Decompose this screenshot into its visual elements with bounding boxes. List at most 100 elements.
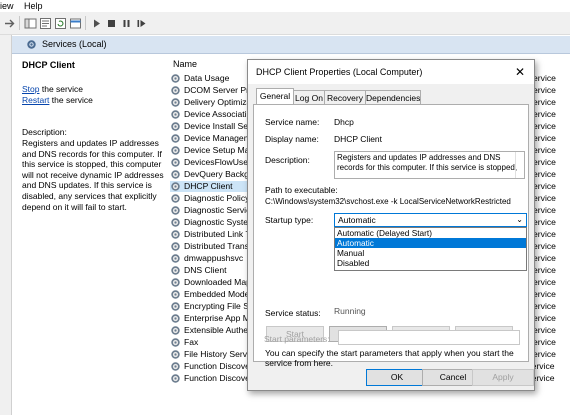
list-item[interactable]: Distributed Link T [170,229,251,240]
list-item[interactable]: Diagnostic Policy [170,193,250,204]
list-item[interactable]: DevQuery Backgr [170,169,252,180]
dialog-titlebar[interactable]: DHCP Client Properties (Local Computer) … [248,60,534,84]
refresh-icon[interactable] [53,16,68,31]
restart-service-icon[interactable] [134,16,149,31]
list-item[interactable]: Data Usage [170,73,248,84]
tab-log-on[interactable]: Log On [293,90,325,105]
list-item-name: DNS Client [184,265,227,275]
list-item-logon: ervice [533,301,556,311]
list-item-logon: ervice [533,109,556,119]
list-item[interactable]: Fax [170,337,248,348]
list-item-logon: ervice [533,289,556,299]
description-text: Registers and updates IP addresses and D… [22,138,164,212]
list-item-name: Extensible Auther [184,325,251,335]
list-item[interactable]: Distributed Transa [170,241,254,252]
list-item[interactable]: Extensible Auther [170,325,251,336]
list-item-logon: ervice [533,145,556,155]
list-item-logon: ervice [533,277,556,287]
list-item-logon: ervice [533,349,556,359]
dialog-title: DHCP Client Properties (Local Computer) [256,67,423,77]
chevron-down-icon: ⌄ [516,215,523,224]
ok-button[interactable]: OK [366,369,428,386]
list-item[interactable]: DHCP Client [170,181,248,192]
startup-type-label: Startup type: [265,215,314,225]
start-parameters-label: Start parameters: [264,334,330,344]
restart-link-suffix: the service [49,95,93,105]
list-item[interactable]: Device Associatio [170,109,251,120]
option-disabled[interactable]: Disabled [335,258,526,268]
list-item-name: Encrypting File Sy [184,301,254,311]
tab-dependencies[interactable]: Dependencies [365,90,421,105]
menu-view[interactable]: iew [0,1,14,11]
list-item[interactable]: DCOM Server Proc [170,85,258,96]
startup-type-select[interactable]: Automatic ⌄ [334,213,527,227]
list-item[interactable]: dmwappushsvc [170,253,248,264]
list-item[interactable]: Delivery Optimiza [170,97,252,108]
tab-recovery[interactable]: Recovery [324,90,366,105]
description-textbox-text: Registers and updates IP addresses and D… [337,153,518,172]
list-item-name: Diagnostic Syster [184,217,251,227]
list-item-name: File History Servic [184,349,254,359]
services-header-title: Services (Local) [42,39,107,49]
list-item[interactable]: DevicesFlowUserS [170,157,257,168]
list-item[interactable]: Device Setup Man [170,145,254,156]
stop-service-icon[interactable] [104,16,119,31]
list-item[interactable]: DNS Client [170,265,248,276]
list-item[interactable]: Downloaded Map [170,277,251,288]
list-item[interactable]: Diagnostic Syster [170,217,251,228]
description-textbox[interactable]: Registers and updates IP addresses and D… [334,151,525,179]
list-item-logon: ervice [533,217,556,227]
path-label: Path to executable: [265,185,338,195]
list-item-logon: ervice [533,97,556,107]
column-header-name[interactable]: Name [173,59,197,69]
selected-service-title: DHCP Client [22,60,75,70]
apply-button[interactable]: Apply [472,369,534,386]
list-item-logon: ervice [533,325,556,335]
display-name-label: Display name: [265,134,319,144]
start-service-icon[interactable] [89,16,104,31]
restart-link[interactable]: Restart [22,95,49,105]
list-item[interactable]: Enterprise App M [170,313,250,324]
list-item-name: Fax [184,337,199,347]
list-item-logon: ervice [533,265,556,275]
option-manual[interactable]: Manual [335,248,526,258]
list-item-logon: ervice [533,241,556,251]
list-item[interactable]: Embedded Mode [170,289,249,300]
list-item[interactable]: Device Install Serv [170,121,255,132]
stop-link[interactable]: Stop [22,84,40,94]
startup-type-dropdown: Automatic (Delayed Start) Automatic Manu… [334,227,527,271]
list-item-name: Diagnostic Policy [184,193,250,203]
export-list-icon[interactable] [68,16,83,31]
option-automatic[interactable]: Automatic [335,238,526,248]
list-item[interactable]: Device Managem [170,133,251,144]
list-item[interactable]: File History Servic [170,349,253,360]
list-item-name: Delivery Optimiza [184,97,252,107]
list-item-name: DHCP Client [184,181,233,191]
forward-icon[interactable] [2,16,17,31]
description-scrollbar[interactable] [515,152,524,178]
list-item-name: Data Usage [184,73,230,83]
pause-service-icon[interactable] [119,16,134,31]
gear-icon [26,39,37,52]
list-item-logon: ervice [533,133,556,143]
start-parameters-input[interactable] [338,330,520,345]
service-status-value: Running [334,306,366,316]
list-item-logon: ervice [533,157,556,167]
list-item[interactable]: Encrypting File Sy [170,301,253,312]
toolbar-separator [85,16,86,30]
gear-icon [170,373,181,386]
list-item[interactable]: Diagnostic Servic [170,205,250,216]
option-automatic-delayed[interactable]: Automatic (Delayed Start) [335,228,526,238]
console-tree-icon[interactable] [23,16,38,31]
close-icon[interactable]: ✕ [512,64,528,80]
list-item-name: DevQuery Backgr [184,169,252,179]
list-item-name: Enterprise App M [184,313,250,323]
list-item-name: Distributed Transa [184,241,254,251]
list-item-logon: ervice [533,229,556,239]
properties-icon[interactable] [38,16,53,31]
description-label: Description: [22,127,67,137]
menu-help[interactable]: Help [24,1,43,11]
description-field-label: Description: [265,155,310,165]
list-item-logon: ervice [533,85,556,95]
list-item-name: Distributed Link T [184,229,251,239]
